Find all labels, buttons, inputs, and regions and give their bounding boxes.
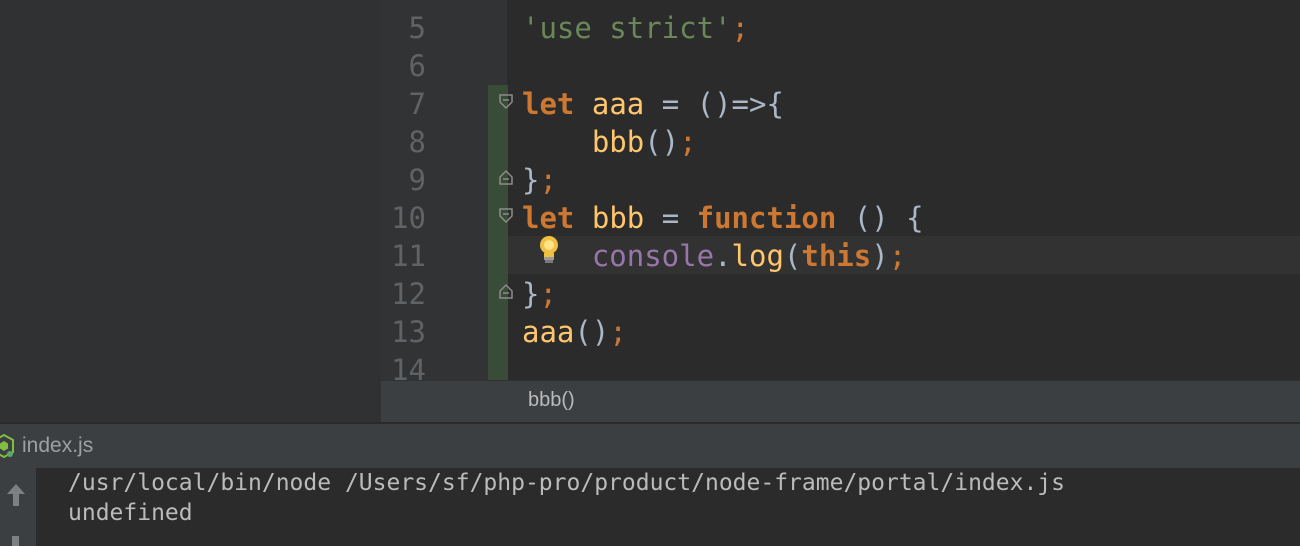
code-token: function: [696, 201, 837, 235]
line-number[interactable]: 13: [381, 313, 426, 351]
code-token: }: [522, 277, 540, 311]
code-token: ): [871, 239, 889, 273]
code-text[interactable]: let aaa = ()=>{: [522, 85, 784, 123]
code-text[interactable]: 'use strict';: [522, 9, 749, 47]
code-token: ;: [888, 239, 907, 273]
code-token: 'use strict': [522, 11, 732, 45]
code-editor[interactable]: 5'use strict'; 6 7 let aaa = ()=>{8 bbb(); 9…: [381, 0, 1300, 380]
line-number[interactable]: 9: [381, 161, 426, 199]
line-number[interactable]: 6: [381, 47, 426, 85]
code-token: }: [522, 163, 540, 197]
code-token: ;: [609, 315, 627, 349]
run-tab-label[interactable]: index.js: [22, 434, 93, 458]
breadcrumb-item[interactable]: bbb(): [528, 389, 575, 412]
console-line: /usr/local/bin/node /Users/sf/php-pro/pr…: [68, 470, 1065, 496]
code-text[interactable]: bbb();: [522, 123, 697, 161]
line-number[interactable]: 11: [381, 237, 426, 275]
code-line[interactable]: 7 let aaa = ()=>{: [381, 85, 1300, 123]
code-line[interactable]: 9};: [381, 161, 1300, 199]
code-token: ;: [539, 163, 557, 197]
code-token: ;: [539, 277, 557, 311]
code-token: let: [522, 87, 575, 121]
line-number[interactable]: 12: [381, 275, 426, 313]
fold-close-icon[interactable]: [497, 282, 515, 300]
code-line[interactable]: 14: [381, 351, 1300, 380]
code-token: bbb: [591, 125, 645, 159]
code-text[interactable]: aaa();: [522, 313, 627, 351]
code-token: ;: [679, 125, 697, 159]
breadcrumb: bbb(): [381, 380, 1300, 422]
code-token: aaa: [522, 315, 575, 349]
code-token: () {: [836, 201, 924, 235]
line-number[interactable]: 5: [381, 9, 426, 47]
fold-open-icon[interactable]: [497, 93, 515, 111]
nodejs-icon: [0, 434, 14, 458]
code-token: .: [714, 239, 732, 273]
code-text[interactable]: };: [522, 275, 557, 313]
line-number[interactable]: 10: [381, 199, 426, 237]
code-line[interactable]: 13 aaa();: [381, 313, 1300, 351]
fold-open-icon[interactable]: [497, 207, 515, 225]
code-token: =: [644, 201, 697, 235]
up-arrow-icon[interactable]: [5, 482, 27, 508]
project-pane: [0, 0, 381, 422]
code-line[interactable]: 8 bbb();: [381, 123, 1300, 161]
code-token: let: [522, 201, 575, 235]
line-number[interactable]: 7: [381, 85, 426, 123]
code-token: (): [644, 125, 680, 159]
code-token: log: [731, 239, 784, 273]
code-text[interactable]: };: [522, 161, 557, 199]
console-output[interactable]: /usr/local/bin/node /Users/sf/php-pro/pr…: [36, 468, 1300, 546]
code-token: = ()=>{: [644, 87, 784, 121]
lightbulb-icon[interactable]: [537, 234, 561, 266]
fold-close-icon[interactable]: [497, 168, 515, 186]
code-token: console: [591, 239, 715, 273]
code-token: (): [574, 315, 610, 349]
line-number[interactable]: 14: [381, 351, 426, 380]
code-token: bbb: [591, 201, 645, 235]
run-toolbar: [0, 468, 36, 546]
code-line[interactable]: 11 console.log(this);: [381, 237, 1300, 275]
down-arrow-icon[interactable]: [12, 536, 19, 546]
code-token: (: [783, 239, 802, 273]
code-line[interactable]: 12};: [381, 275, 1300, 313]
code-line[interactable]: 6: [381, 47, 1300, 85]
code-token: ;: [731, 11, 749, 45]
code-token: aaa: [591, 87, 645, 121]
line-number[interactable]: 8: [381, 123, 426, 161]
code-text[interactable]: let bbb = function () {: [522, 199, 924, 237]
code-token: this: [801, 239, 872, 273]
code-line[interactable]: 5 'use strict';: [381, 9, 1300, 47]
run-tool-window-header: index.js: [0, 423, 1300, 468]
code-text[interactable]: console.log(this);: [522, 237, 906, 275]
console-line: undefined: [68, 500, 193, 526]
code-line[interactable]: 10 let bbb = function () {: [381, 199, 1300, 237]
